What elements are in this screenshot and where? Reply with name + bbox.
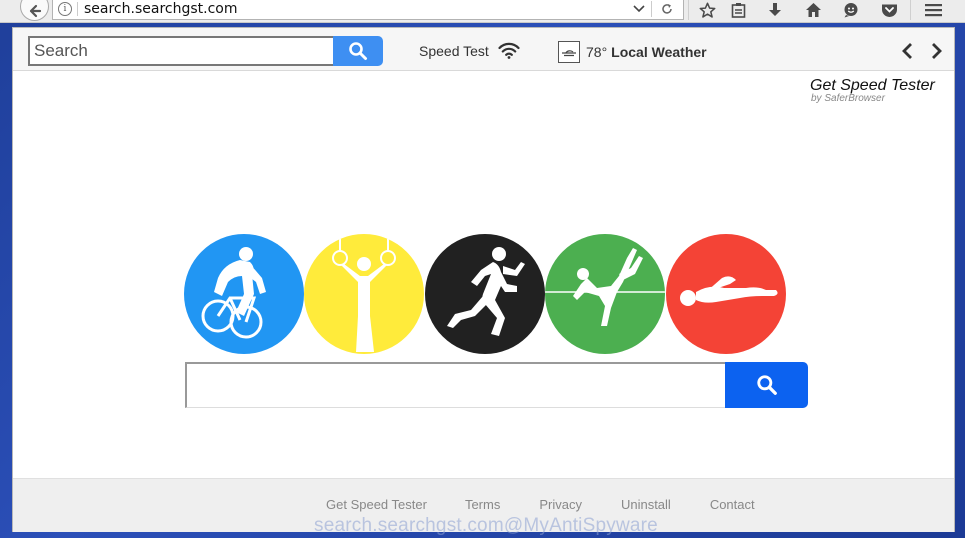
menu-button[interactable]	[922, 0, 944, 20]
footer-links: Get Speed Tester Terms Privacy Uninstall…	[326, 497, 755, 512]
search-icon	[349, 42, 367, 60]
swimming-icon	[666, 234, 786, 354]
chevron-down-icon	[633, 5, 645, 13]
high-jump-icon	[545, 234, 665, 354]
main-search-button[interactable]	[725, 362, 808, 408]
footer-link-privacy[interactable]: Privacy	[539, 497, 582, 512]
browser-toolbar: i search.searchgst.com	[0, 0, 965, 23]
toolbar-search-input[interactable]: Search	[28, 36, 333, 66]
clipboard-icon	[731, 3, 745, 18]
pocket-icon	[881, 4, 897, 17]
back-arrow-icon	[29, 4, 41, 17]
local-weather-link[interactable]: 78° Local Weather	[558, 40, 707, 64]
site-info-icon[interactable]: i	[58, 2, 72, 16]
reload-divider	[651, 1, 652, 17]
home-icon	[805, 3, 821, 17]
reload-button[interactable]	[657, 1, 677, 17]
url-text[interactable]: search.searchgst.com	[84, 1, 237, 17]
extension-toolbar: Search Speed Test 78° Local Weather	[13, 28, 954, 71]
weather-temperature: 78°	[586, 44, 608, 60]
star-icon	[699, 2, 715, 18]
hamburger-menu-icon	[924, 4, 942, 17]
bookmark-star-button[interactable]	[696, 0, 718, 20]
reading-list-button[interactable]	[727, 0, 749, 20]
weather-condition-icon	[558, 41, 580, 63]
pocket-button[interactable]	[878, 0, 900, 20]
wifi-icon	[498, 42, 520, 59]
back-button[interactable]	[20, 0, 49, 21]
footer-link-terms[interactable]: Terms	[465, 497, 500, 512]
chevron-left-icon	[902, 43, 912, 59]
reload-icon	[662, 4, 672, 14]
toolbar-divider	[688, 0, 689, 20]
main-search-input[interactable]	[185, 362, 725, 408]
toolbar-search-button[interactable]	[333, 36, 383, 66]
search-icon	[756, 375, 777, 395]
download-arrow-icon	[769, 3, 781, 16]
hello-chat-button[interactable]	[840, 0, 862, 20]
speed-test-link[interactable]: Speed Test	[419, 42, 520, 59]
toolbar-nav	[897, 40, 947, 62]
running-icon	[425, 234, 545, 354]
speed-test-label: Speed Test	[419, 42, 489, 59]
footer-link-uninstall[interactable]: Uninstall	[621, 497, 671, 512]
watermark: search.searchgst.com@MyAntiSpyware	[314, 515, 658, 536]
footer-link-contact[interactable]: Contact	[710, 497, 755, 512]
page-content: Search Speed Test 78° Local Weather Get …	[12, 27, 955, 532]
toolbar-prev-button[interactable]	[897, 40, 917, 62]
gymnastics-rings-icon	[304, 234, 424, 354]
url-divider	[77, 2, 78, 16]
downloads-button[interactable]	[764, 0, 786, 20]
weather-label: Local Weather	[611, 44, 707, 60]
toolbar-divider	[910, 0, 911, 20]
chat-bubble-icon	[844, 3, 858, 18]
cycling-icon	[184, 234, 304, 354]
footer-link-get-speed-tester[interactable]: Get Speed Tester	[326, 497, 427, 512]
url-history-dropdown[interactable]	[631, 1, 647, 17]
sports-logo	[184, 234, 786, 356]
toolbar-next-button[interactable]	[927, 40, 947, 62]
home-button[interactable]	[802, 0, 824, 20]
brand-logo: Get Speed Tester by SaferBrowser	[810, 77, 935, 104]
address-bar[interactable]: i search.searchgst.com	[52, 0, 684, 20]
chevron-right-icon	[932, 43, 942, 59]
